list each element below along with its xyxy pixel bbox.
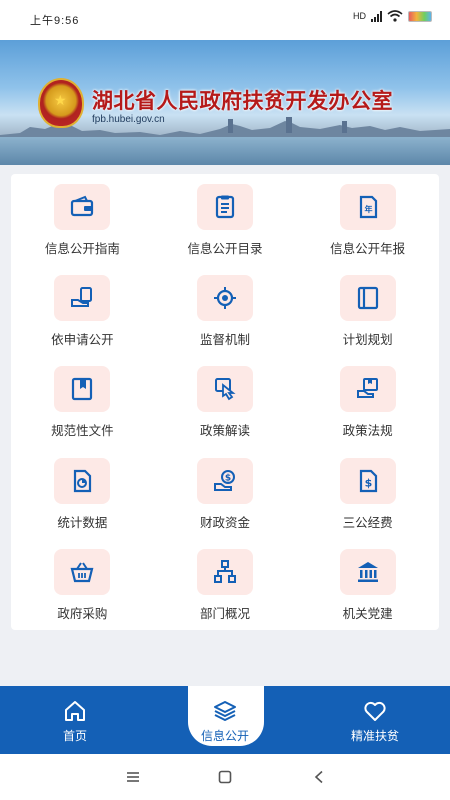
tab-targeted-poverty-alleviation[interactable]: 精准扶贫: [300, 686, 450, 754]
layers-icon: [214, 701, 236, 721]
system-nav-bar: [0, 754, 450, 800]
menu-item-info-guide[interactable]: 信息公开指南: [11, 174, 154, 265]
annual-report-icon: 年: [359, 195, 377, 219]
menu-item-statistics[interactable]: 统计数据: [11, 448, 154, 539]
square-icon: [218, 770, 232, 784]
menu-item-label: 财政资金: [199, 515, 250, 530]
menu-item-annual-report[interactable]: 年 信息公开年报: [296, 174, 439, 265]
status-time: 上午9:56: [30, 15, 80, 27]
menu-item-label: 计划规划: [342, 333, 393, 348]
battery-icon: [408, 10, 432, 22]
menu-icon: [127, 772, 139, 782]
hand-document-icon: [71, 287, 93, 308]
back-nav-button[interactable]: [308, 766, 330, 788]
tab-info-disclosure[interactable]: 信息公开: [150, 686, 300, 754]
menu-nav-button[interactable]: [122, 766, 144, 788]
menu-item-label: 监督机制: [199, 333, 250, 348]
coin-hand-icon: $: [213, 469, 235, 491]
svg-text:$: $: [225, 473, 231, 483]
institution-building-icon: [357, 561, 378, 582]
banner-url: fpb.hubei.gov.cn: [92, 114, 165, 125]
touch-screen-icon: [214, 378, 236, 401]
status-bar: 上午9:56 HD: [0, 0, 450, 40]
river-image: [0, 137, 450, 165]
network-type-label: HD: [353, 11, 366, 21]
menu-item-fiscal-funds[interactable]: $ 财政资金: [154, 448, 297, 539]
menu-item-supervision[interactable]: 监督机制: [154, 265, 297, 356]
menu-item-label: 三公经费: [342, 515, 393, 530]
dollar-document-icon: $: [359, 469, 377, 492]
svg-text:年: 年: [364, 204, 372, 214]
menu-item-info-catalog[interactable]: 信息公开目录: [154, 174, 297, 265]
menu-item-label: 信息公开指南: [44, 242, 120, 256]
menu-item-party-building[interactable]: 机关党建: [296, 539, 439, 630]
menu-item-policy-interpretation[interactable]: 政策解读: [154, 356, 297, 447]
back-arrow-icon: [314, 770, 323, 784]
menu-item-department-overview[interactable]: 部门概况: [154, 539, 297, 630]
home-nav-button[interactable]: [214, 766, 236, 788]
menu-item-label: 政策法规: [342, 424, 393, 439]
status-icons: HD: [353, 10, 432, 22]
tab-home[interactable]: 首页: [0, 686, 150, 754]
clipboard-list-icon: [215, 195, 235, 219]
wallet-icon: [71, 195, 94, 217]
svg-text:$: $: [364, 476, 372, 489]
menu-item-label: 政府采购: [57, 606, 108, 621]
national-emblem-icon: ★: [38, 78, 84, 128]
menu-item-label: 依申请公开: [51, 333, 114, 348]
tab-label: 首页: [62, 729, 87, 743]
menu-item-label: 机关党建: [342, 606, 393, 621]
menu-item-government-procurement[interactable]: 政府采购: [11, 539, 154, 630]
wifi-icon: [387, 10, 403, 22]
bookmark-book-icon: [72, 378, 93, 401]
notebook-icon: [357, 287, 378, 310]
tab-label: 精准扶贫: [350, 729, 399, 743]
hand-folder-icon: [356, 378, 378, 399]
target-icon: [213, 287, 236, 310]
menu-grid-card: 信息公开指南 信息公开目录 年 信息公开年报 依申请公开 监督机制 计划规划 规…: [11, 174, 439, 630]
menu-item-three-public-expenses[interactable]: $ 三公经费: [296, 448, 439, 539]
tab-label: 信息公开: [200, 729, 249, 743]
header-banner: ★ 湖北省人民政府扶贫开发办公室 fpb.hubei.gov.cn: [0, 40, 450, 165]
menu-item-label: 部门概况: [199, 606, 250, 621]
menu-item-label: 政策解读: [199, 424, 250, 439]
menu-item-apply-disclosure[interactable]: 依申请公开: [11, 265, 154, 356]
menu-item-label: 统计数据: [57, 515, 108, 530]
home-icon: [65, 701, 85, 721]
menu-item-normative-docs[interactable]: 规范性文件: [11, 356, 154, 447]
org-chart-icon: [213, 559, 236, 583]
heart-icon: [364, 701, 386, 721]
menu-item-label: 信息公开年报: [330, 242, 406, 256]
menu-item-planning[interactable]: 计划规划: [296, 265, 439, 356]
menu-item-label: 信息公开目录: [187, 242, 263, 256]
shopping-basket-icon: [70, 562, 94, 582]
signal-icon: [371, 10, 382, 22]
menu-grid: 信息公开指南 信息公开目录 年 信息公开年报 依申请公开 监督机制 计划规划 规…: [11, 174, 439, 630]
menu-item-policy-regulations[interactable]: 政策法规: [296, 356, 439, 447]
menu-item-label: 规范性文件: [51, 424, 114, 439]
pie-chart-document-icon: [74, 469, 92, 492]
banner-title: 湖北省人民政府扶贫开发办公室: [92, 90, 393, 113]
